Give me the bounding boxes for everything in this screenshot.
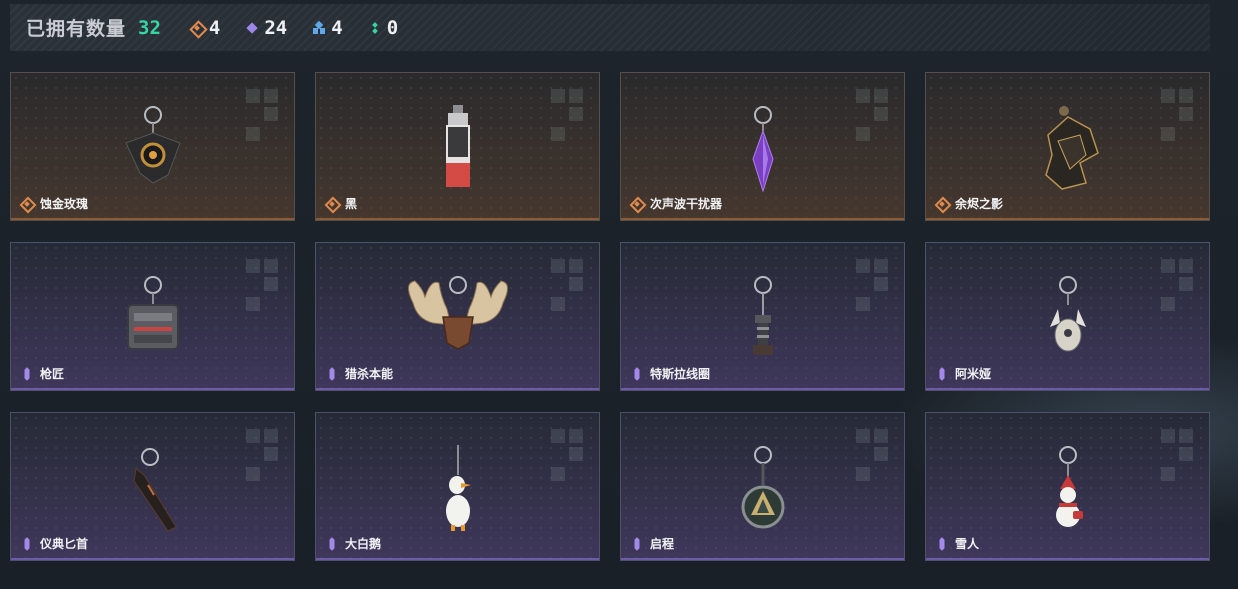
orange-diamond-icon xyxy=(936,198,948,210)
stat-value: 24 xyxy=(264,16,288,39)
orange-diamond-icon xyxy=(191,22,203,34)
purple-diamond-icon xyxy=(246,22,258,34)
charm-dagger-icon xyxy=(118,445,188,540)
purple-diamond-icon xyxy=(631,368,643,380)
stat-value: 0 xyxy=(386,16,399,39)
purple-diamond-icon xyxy=(631,538,643,550)
orange-diamond-icon xyxy=(326,198,338,210)
charm-label: 仪典匕首 xyxy=(21,535,88,552)
charm-card-ritual-dagger[interactable]: 仪典匕首 xyxy=(10,412,295,561)
purple-diamond-icon xyxy=(326,368,338,380)
charm-label: 阿米娅 xyxy=(936,365,991,382)
charm-antlers-icon xyxy=(393,273,523,358)
charm-card-hunt-instinct[interactable]: 猎杀本能 xyxy=(315,242,600,391)
orange-diamond-icon xyxy=(21,198,33,210)
charm-card-white-goose[interactable]: 大白鹅 xyxy=(315,412,600,561)
charm-card-ember[interactable]: 余烬之影 xyxy=(925,72,1210,221)
charm-label: 特斯拉线圈 xyxy=(631,365,710,382)
charm-medal-icon xyxy=(733,445,793,540)
stat-blue: 4 xyxy=(313,16,343,39)
blue-diamond-icon xyxy=(313,22,326,34)
charm-snowman-icon xyxy=(1043,445,1093,540)
charm-label: 大白鹅 xyxy=(326,535,381,552)
purple-diamond-icon xyxy=(326,538,338,550)
charm-label: 猎杀本能 xyxy=(326,365,393,382)
charm-card-infrasound[interactable]: 次声波干扰器 xyxy=(620,72,905,221)
stat-purple: 24 xyxy=(246,17,287,39)
charm-gunsmith-icon xyxy=(118,275,188,370)
charm-label: 蚀金玫瑰 xyxy=(21,195,88,212)
purple-diamond-icon xyxy=(21,368,33,380)
charm-card-gunsmith[interactable]: 枪匠 xyxy=(10,242,295,391)
charm-card-departure[interactable]: 启程 xyxy=(620,412,905,561)
charm-card-tesla-coil[interactable]: 特斯拉线圈 xyxy=(620,242,905,391)
page: 已拥有数量 32 4 24 4 0 蚀金玫瑰 黑 次声波干扰器 余烬之影 枪匠 … xyxy=(0,0,1238,589)
charm-label: 枪匠 xyxy=(21,365,64,382)
stat-green: 0 xyxy=(369,17,398,39)
stat-orange: 4 xyxy=(191,17,220,39)
charm-card-amiya[interactable]: 阿米娅 xyxy=(925,242,1210,391)
charm-card-hei[interactable]: 黑 xyxy=(315,72,600,221)
charm-rose-icon xyxy=(118,105,188,200)
purple-diamond-icon xyxy=(936,368,948,380)
charm-hei-icon xyxy=(438,105,478,200)
charm-infrasound-icon xyxy=(743,105,783,200)
owned-summary-bar: 已拥有数量 32 4 24 4 0 xyxy=(10,4,1210,51)
charm-label: 次声波干扰器 xyxy=(631,195,722,212)
stat-value: 4 xyxy=(208,16,221,39)
green-diamond-icon xyxy=(369,22,381,34)
charm-label: 余烬之影 xyxy=(936,195,1003,212)
owned-label: 已拥有数量 xyxy=(26,19,127,40)
charm-label: 黑 xyxy=(326,195,357,212)
charm-card-snowman[interactable]: 雪人 xyxy=(925,412,1210,561)
charm-label: 雪人 xyxy=(936,535,979,552)
stat-value: 4 xyxy=(331,16,343,39)
charm-card-rose[interactable]: 蚀金玫瑰 xyxy=(10,72,295,221)
orange-diamond-icon xyxy=(631,198,643,210)
charm-ember-icon xyxy=(1028,105,1108,200)
owned-count: 32 xyxy=(138,16,161,39)
purple-diamond-icon xyxy=(21,538,33,550)
charm-goose-icon xyxy=(433,445,483,540)
charm-label: 启程 xyxy=(631,535,674,552)
charm-grid: 蚀金玫瑰 黑 次声波干扰器 余烬之影 枪匠 猎杀本能 特斯拉线圈 阿米娅 仪典匕… xyxy=(10,72,1210,562)
charm-tesla-icon xyxy=(743,275,783,370)
charm-amiya-icon xyxy=(1038,275,1098,370)
purple-diamond-icon xyxy=(936,538,948,550)
